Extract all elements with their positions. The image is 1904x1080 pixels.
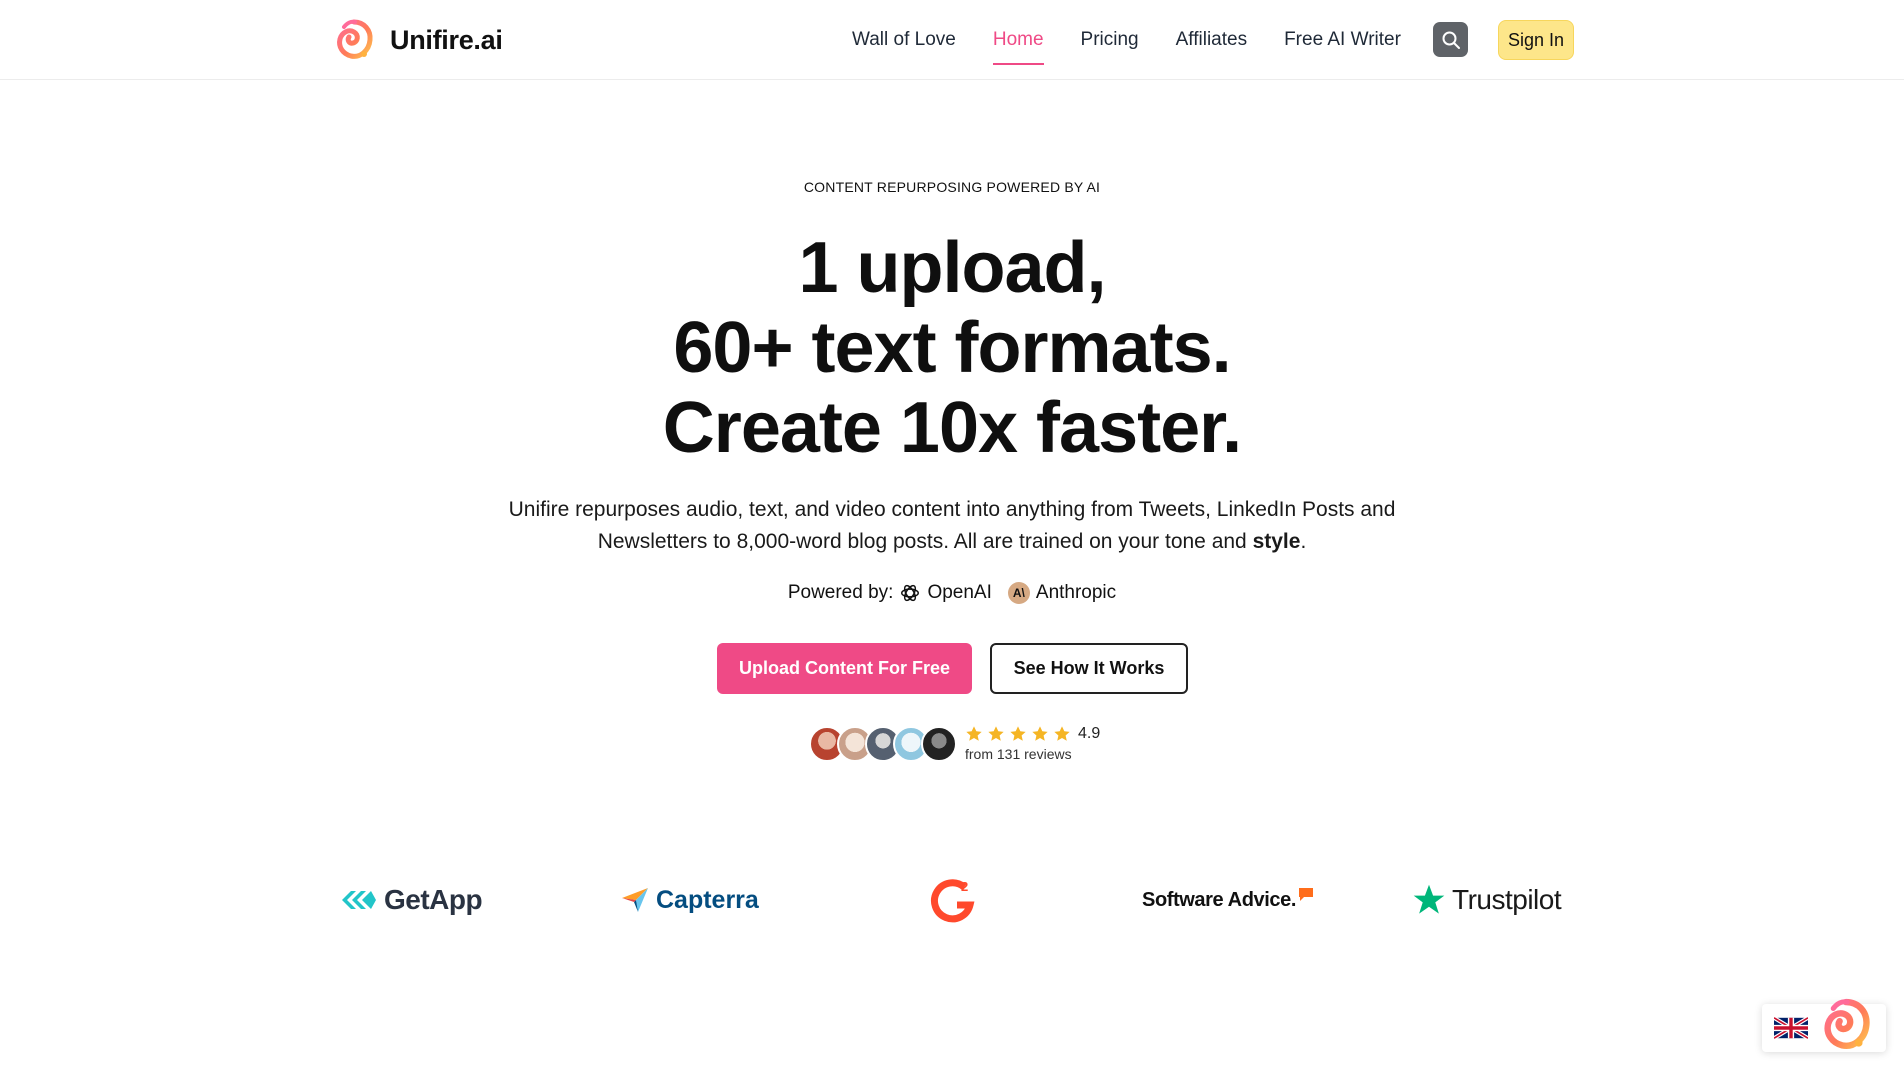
provider-anthropic: A\ Anthropic — [1007, 582, 1117, 604]
hero-headline: 1 upload, 60+ text formats. Create 10x f… — [0, 228, 1904, 468]
svg-text:2: 2 — [961, 879, 968, 894]
nav-link-free-ai-writer[interactable]: Free AI Writer — [1284, 0, 1401, 80]
rating-value: 4.9 — [1078, 725, 1101, 742]
anthropic-icon: A\ — [1007, 582, 1030, 604]
g2-logo-icon: 2 — [927, 874, 979, 926]
g2-logo[interactable]: 2 G2 — [926, 870, 980, 930]
uk-flag-icon[interactable] — [1774, 1016, 1808, 1040]
software-advice-logo[interactable]: Software Advice. — [1142, 870, 1314, 930]
nav-link-affiliates[interactable]: Affiliates — [1176, 0, 1247, 80]
provider-anthropic-label: Anthropic — [1035, 582, 1117, 603]
review-platform-logos: GetApp Capterra 2 G2 Software Advice. Tr… — [334, 870, 1570, 930]
star-icon — [1054, 726, 1070, 741]
trustpilot-logo-text: Trustpilot — [1452, 884, 1562, 915]
powered-by-row: Powered by: OpenAI A\ Anthropic — [0, 582, 1904, 604]
upload-content-button[interactable]: Upload Content For Free — [717, 643, 972, 694]
headline-line-1: 1 upload, — [798, 228, 1106, 308]
star-icon — [1032, 726, 1048, 741]
powered-by-label: Powered by: — [787, 582, 894, 603]
review-summary: 4.9 from 131 reviews — [809, 725, 1100, 762]
search-button[interactable] — [1433, 22, 1468, 57]
main-nav: Wall of Love Home Pricing Affiliates Fre… — [852, 0, 1401, 80]
sign-in-button[interactable]: Sign In — [1498, 20, 1574, 60]
capterra-logo[interactable]: Capterra — [622, 870, 759, 930]
getapp-logo[interactable]: GetApp — [342, 870, 483, 930]
see-how-it-works-button[interactable]: See How It Works — [990, 643, 1188, 694]
provider-openai: OpenAI — [899, 582, 992, 604]
capterra-arrow-icon — [622, 888, 648, 912]
provider-openai-label: OpenAI — [927, 582, 992, 603]
search-icon — [1442, 31, 1460, 49]
headline-line-2: 60+ text formats. — [673, 308, 1231, 388]
openai-icon — [901, 584, 920, 602]
brand-home-link[interactable]: Unifire.ai — [334, 18, 503, 62]
star-icon — [988, 726, 1004, 741]
nav-link-wall-of-love[interactable]: Wall of Love — [852, 0, 956, 80]
star-icon — [966, 726, 982, 741]
speech-bubble-icon — [1299, 888, 1314, 901]
capterra-logo-text: Capterra — [656, 885, 759, 914]
headline-line-3: Create 10x faster. — [662, 388, 1242, 468]
software-advice-logo-text: Software Advice. — [1142, 888, 1297, 911]
hero-description-end: . — [1300, 530, 1307, 553]
review-count: from 131 reviews — [965, 746, 1072, 762]
star-icon — [1010, 726, 1026, 741]
unifire-chat-logo-icon[interactable] — [1820, 997, 1872, 1053]
getapp-logo-text: GetApp — [384, 884, 483, 915]
hero-description: Unifire repurposes audio, text, and vide… — [452, 494, 1452, 558]
trustpilot-star-icon — [1413, 884, 1445, 914]
language-widget[interactable] — [1762, 998, 1886, 1052]
trustpilot-logo[interactable]: Trustpilot — [1412, 870, 1562, 930]
site-header: Unifire.ai Wall of Love Home Pricing Aff… — [0, 0, 1904, 80]
brand-name: Unifire.ai — [390, 24, 503, 55]
unifire-logo-icon — [337, 19, 373, 59]
nav-link-pricing[interactable]: Pricing — [1081, 0, 1139, 80]
rating-block: 4.9 from 131 reviews — [965, 725, 1100, 762]
nav-link-home[interactable]: Home — [992, 0, 1044, 80]
getapp-chevron-icon — [342, 891, 376, 909]
reviewer-avatars — [809, 725, 957, 762]
rating-stars-row: 4.9 — [965, 725, 1100, 743]
avatar — [921, 725, 957, 762]
hero-description-emphasis: style — [1252, 530, 1301, 553]
hero-eyebrow: CONTENT REPURPOSING POWERED BY AI — [803, 179, 1101, 195]
